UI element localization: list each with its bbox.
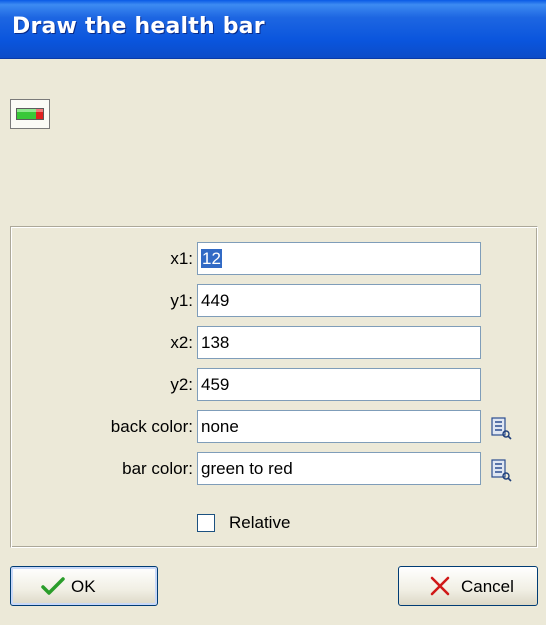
x1-label: x1: (170, 249, 193, 268)
health-bar-icon (10, 99, 50, 129)
x1-value: 12 (201, 249, 222, 268)
back-color-label: back color: (110, 417, 193, 436)
x1-row: x1: 12 (11, 242, 539, 275)
x1-input[interactable]: 12 (197, 242, 481, 275)
bar-color-row: bar color: green to red (11, 452, 539, 485)
relative-checkbox[interactable] (197, 514, 215, 532)
y2-row: y2: 459 (11, 368, 539, 401)
bar-color-label: bar color: (122, 459, 193, 478)
x2-row: x2: 138 (11, 326, 539, 359)
title-bar[interactable]: Draw the health bar (0, 0, 546, 59)
y2-input[interactable]: 459 (197, 368, 481, 401)
color-picker-icon[interactable] (489, 458, 513, 482)
window-title: Draw the health bar (12, 14, 265, 39)
checkmark-icon (41, 576, 65, 601)
ok-button[interactable]: OK (10, 566, 158, 606)
color-picker-icon[interactable] (489, 416, 513, 440)
x2-label: x2: (170, 333, 193, 352)
y1-label: y1: (170, 291, 193, 310)
cancel-label: Cancel (461, 577, 514, 596)
close-icon (429, 576, 451, 601)
relative-label: Relative (229, 513, 291, 532)
y1-input[interactable]: 449 (197, 284, 481, 317)
y1-row: y1: 449 (11, 284, 539, 317)
parameters-panel: x1: 12 y1: 449 x2: 138 y2: 459 back colo… (10, 226, 538, 548)
back-color-row: back color: none (11, 410, 539, 443)
back-color-input[interactable]: none (197, 410, 481, 443)
x2-input[interactable]: 138 (197, 326, 481, 359)
dialog-window: Draw the health bar x1: 12 y1: 449 x2: 1… (0, 0, 546, 625)
ok-label: OK (71, 577, 96, 596)
bar-color-input[interactable]: green to red (197, 452, 481, 485)
y2-label: y2: (170, 375, 193, 394)
cancel-button[interactable]: Cancel (398, 566, 538, 606)
